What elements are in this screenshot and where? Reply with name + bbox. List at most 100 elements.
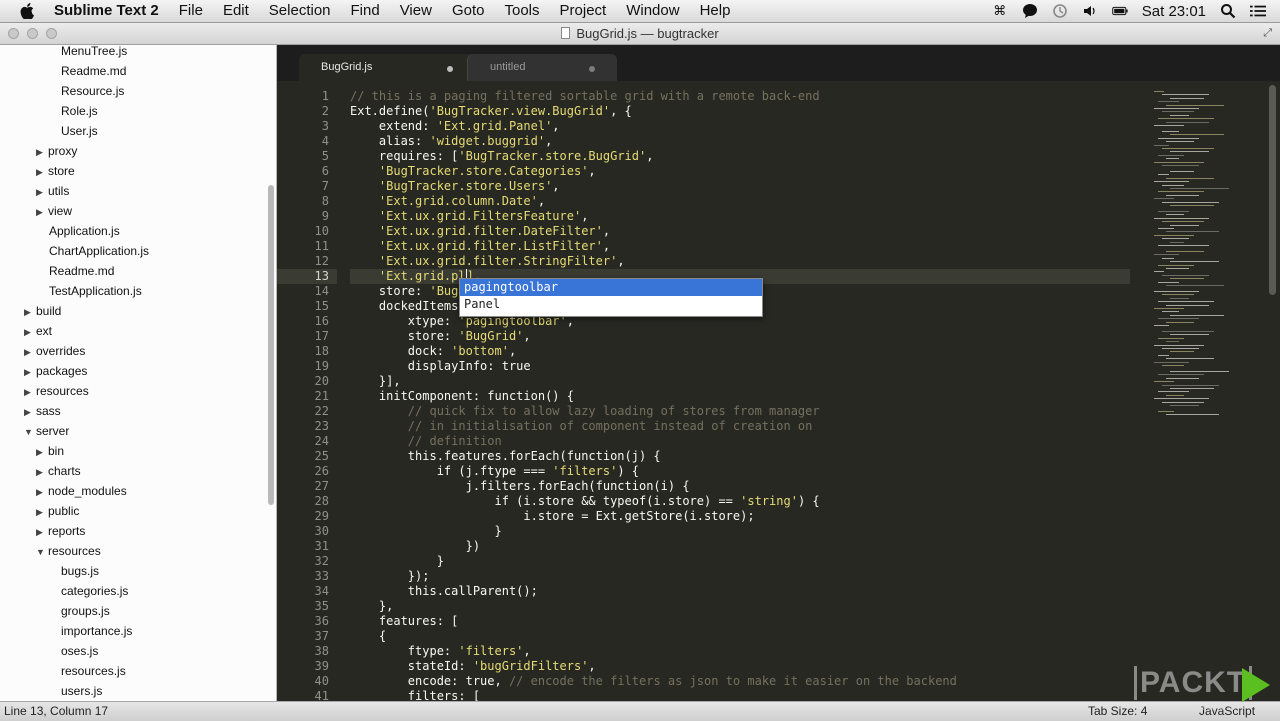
sidebar-folder[interactable]: ▶ view (36, 201, 72, 221)
code-area[interactable]: // this is a paging filtered sortable gr… (350, 81, 1130, 701)
menu-find[interactable]: Find (341, 0, 390, 22)
editor-pane[interactable]: BugGrid.js untitled 1 2 3 4 5 6 7 8 9 10 11 12 13 14 1… (277, 45, 1280, 701)
sidebar-scrollbar[interactable] (268, 185, 274, 505)
tab-untitled[interactable]: untitled (467, 54, 617, 81)
disclosure-closed-icon[interactable]: ▶ (24, 342, 36, 362)
code-token: , (617, 254, 625, 268)
volume-icon[interactable] (1082, 3, 1098, 19)
menu-project[interactable]: Project (550, 0, 617, 22)
sidebar-folder[interactable]: ▶ reports (36, 521, 85, 541)
sidebar-folder[interactable]: ▶ utils (36, 181, 69, 201)
disclosure-closed-icon[interactable]: ▶ (24, 322, 36, 342)
apple-icon[interactable] (18, 2, 36, 20)
minimap-line (1162, 184, 1184, 186)
sidebar-folder[interactable]: ▼ server (24, 421, 69, 441)
sidebar-file[interactable]: ChartApplication.js (49, 241, 149, 261)
tab-close-dot-icon[interactable] (589, 66, 595, 72)
menu-selection[interactable]: Selection (259, 0, 341, 22)
menu-file[interactable]: File (169, 0, 213, 22)
disclosure-closed-icon[interactable]: ▶ (36, 522, 48, 542)
disclosure-closed-icon[interactable]: ▶ (36, 462, 48, 482)
disclosure-closed-icon[interactable]: ▶ (36, 442, 48, 462)
sidebar-file[interactable]: Application.js (49, 221, 120, 241)
tab-bar: BugGrid.js untitled (277, 45, 1280, 81)
line-number: 36 (314, 614, 329, 628)
sidebar-file[interactable]: User.js (61, 121, 98, 141)
menu-app-name[interactable]: Sublime Text 2 (46, 0, 169, 22)
minimap[interactable] (1152, 81, 1252, 421)
menubar-clock[interactable]: Sat 23:01 (1142, 3, 1206, 20)
sidebar-folder[interactable]: ▶ packages (24, 361, 87, 381)
line-number: 38 (314, 644, 329, 658)
sidebar-item-label: Application.js (49, 224, 120, 238)
sidebar-file[interactable]: resources.js (61, 661, 126, 681)
editor-scrollbar[interactable] (1269, 85, 1276, 295)
minimap-line (1170, 351, 1194, 353)
minimap-line (1154, 271, 1164, 273)
disclosure-closed-icon[interactable]: ▶ (36, 502, 48, 522)
minimap-line (1162, 274, 1209, 276)
spotlight-search-icon[interactable] (1220, 3, 1236, 19)
menu-tools[interactable]: Tools (494, 0, 549, 22)
sidebar-file[interactable]: bugs.js (61, 561, 99, 581)
disclosure-closed-icon[interactable]: ▶ (36, 142, 48, 162)
sidebar-file[interactable]: TestApplication.js (49, 281, 142, 301)
line-number: 10 (314, 224, 329, 238)
sidebar-item-label: store (48, 164, 75, 178)
menu-window[interactable]: Window (616, 0, 689, 22)
notification-bubble-icon[interactable] (1022, 3, 1038, 19)
menu-edit[interactable]: Edit (213, 0, 259, 22)
sidebar-item-label: resources (36, 384, 89, 398)
battery-icon[interactable] (1111, 3, 1128, 19)
command-key-icon[interactable]: ⌘ (992, 3, 1008, 19)
code-token: , (552, 179, 560, 193)
sidebar-file[interactable]: importance.js (61, 621, 132, 641)
sidebar-file[interactable]: groups.js (61, 601, 110, 621)
autocomplete-item[interactable]: pagingtoolbar (460, 279, 762, 296)
disclosure-closed-icon[interactable]: ▶ (36, 182, 48, 202)
sidebar-folder[interactable]: ▶ store (36, 161, 75, 181)
sidebar-folder-tree[interactable]: MenuTree.js Readme.md Resource.js Role.js Us… (0, 45, 277, 701)
sidebar-folder[interactable]: ▼ resources (36, 541, 101, 561)
time-machine-icon[interactable] (1052, 3, 1068, 19)
sidebar-file[interactable]: Readme.md (61, 61, 126, 81)
disclosure-closed-icon[interactable]: ▶ (24, 382, 36, 402)
sidebar-file[interactable]: users.js (61, 681, 102, 701)
tab-buggrid-js[interactable]: BugGrid.js (299, 54, 475, 81)
sidebar-folder[interactable]: ▶ overrides (24, 341, 85, 361)
disclosure-closed-icon[interactable]: ▶ (24, 402, 36, 422)
tab-close-dot-icon[interactable] (447, 66, 453, 72)
disclosure-open-icon[interactable]: ▼ (24, 422, 36, 442)
sidebar-file[interactable]: Role.js (61, 101, 98, 121)
sidebar-file[interactable]: Resource.js (61, 81, 124, 101)
sidebar-file[interactable]: categories.js (61, 581, 128, 601)
disclosure-closed-icon[interactable]: ▶ (24, 302, 36, 322)
disclosure-open-icon[interactable]: ▼ (36, 542, 48, 562)
sidebar-file[interactable]: oses.js (61, 641, 98, 661)
sidebar-folder[interactable]: ▶ build (24, 301, 61, 321)
sidebar-folder[interactable]: ▶ resources (24, 381, 89, 401)
sidebar-folder[interactable]: ▶ node_modules (36, 481, 127, 501)
menu-help[interactable]: Help (690, 0, 741, 22)
code-token: 'BugTracker.store.Categories' (350, 164, 589, 178)
notification-center-icon[interactable] (1250, 3, 1266, 19)
sidebar-file[interactable]: MenuTree.js (61, 45, 127, 61)
disclosure-closed-icon[interactable]: ▶ (36, 202, 48, 222)
autocomplete-item[interactable]: Panel (460, 296, 762, 313)
sidebar-folder[interactable]: ▶ proxy (36, 141, 77, 161)
sidebar-folder[interactable]: ▶ charts (36, 461, 81, 481)
menu-goto[interactable]: Goto (442, 0, 495, 22)
sidebar-item-label: overrides (36, 344, 86, 358)
minimap-line (1158, 301, 1214, 303)
sidebar-folder[interactable]: ▶ bin (36, 441, 64, 461)
disclosure-closed-icon[interactable]: ▶ (24, 362, 36, 382)
sidebar-file[interactable]: Readme.md (49, 261, 114, 281)
menu-view[interactable]: View (390, 0, 442, 22)
sidebar-folder[interactable]: ▶ ext (24, 321, 52, 341)
fullscreen-icon[interactable]: ⤢ (1263, 27, 1272, 40)
sidebar-folder[interactable]: ▶ public (36, 501, 79, 521)
code-line: }); (350, 569, 1130, 584)
sidebar-folder[interactable]: ▶ sass (24, 401, 61, 421)
disclosure-closed-icon[interactable]: ▶ (36, 162, 48, 182)
disclosure-closed-icon[interactable]: ▶ (36, 482, 48, 502)
